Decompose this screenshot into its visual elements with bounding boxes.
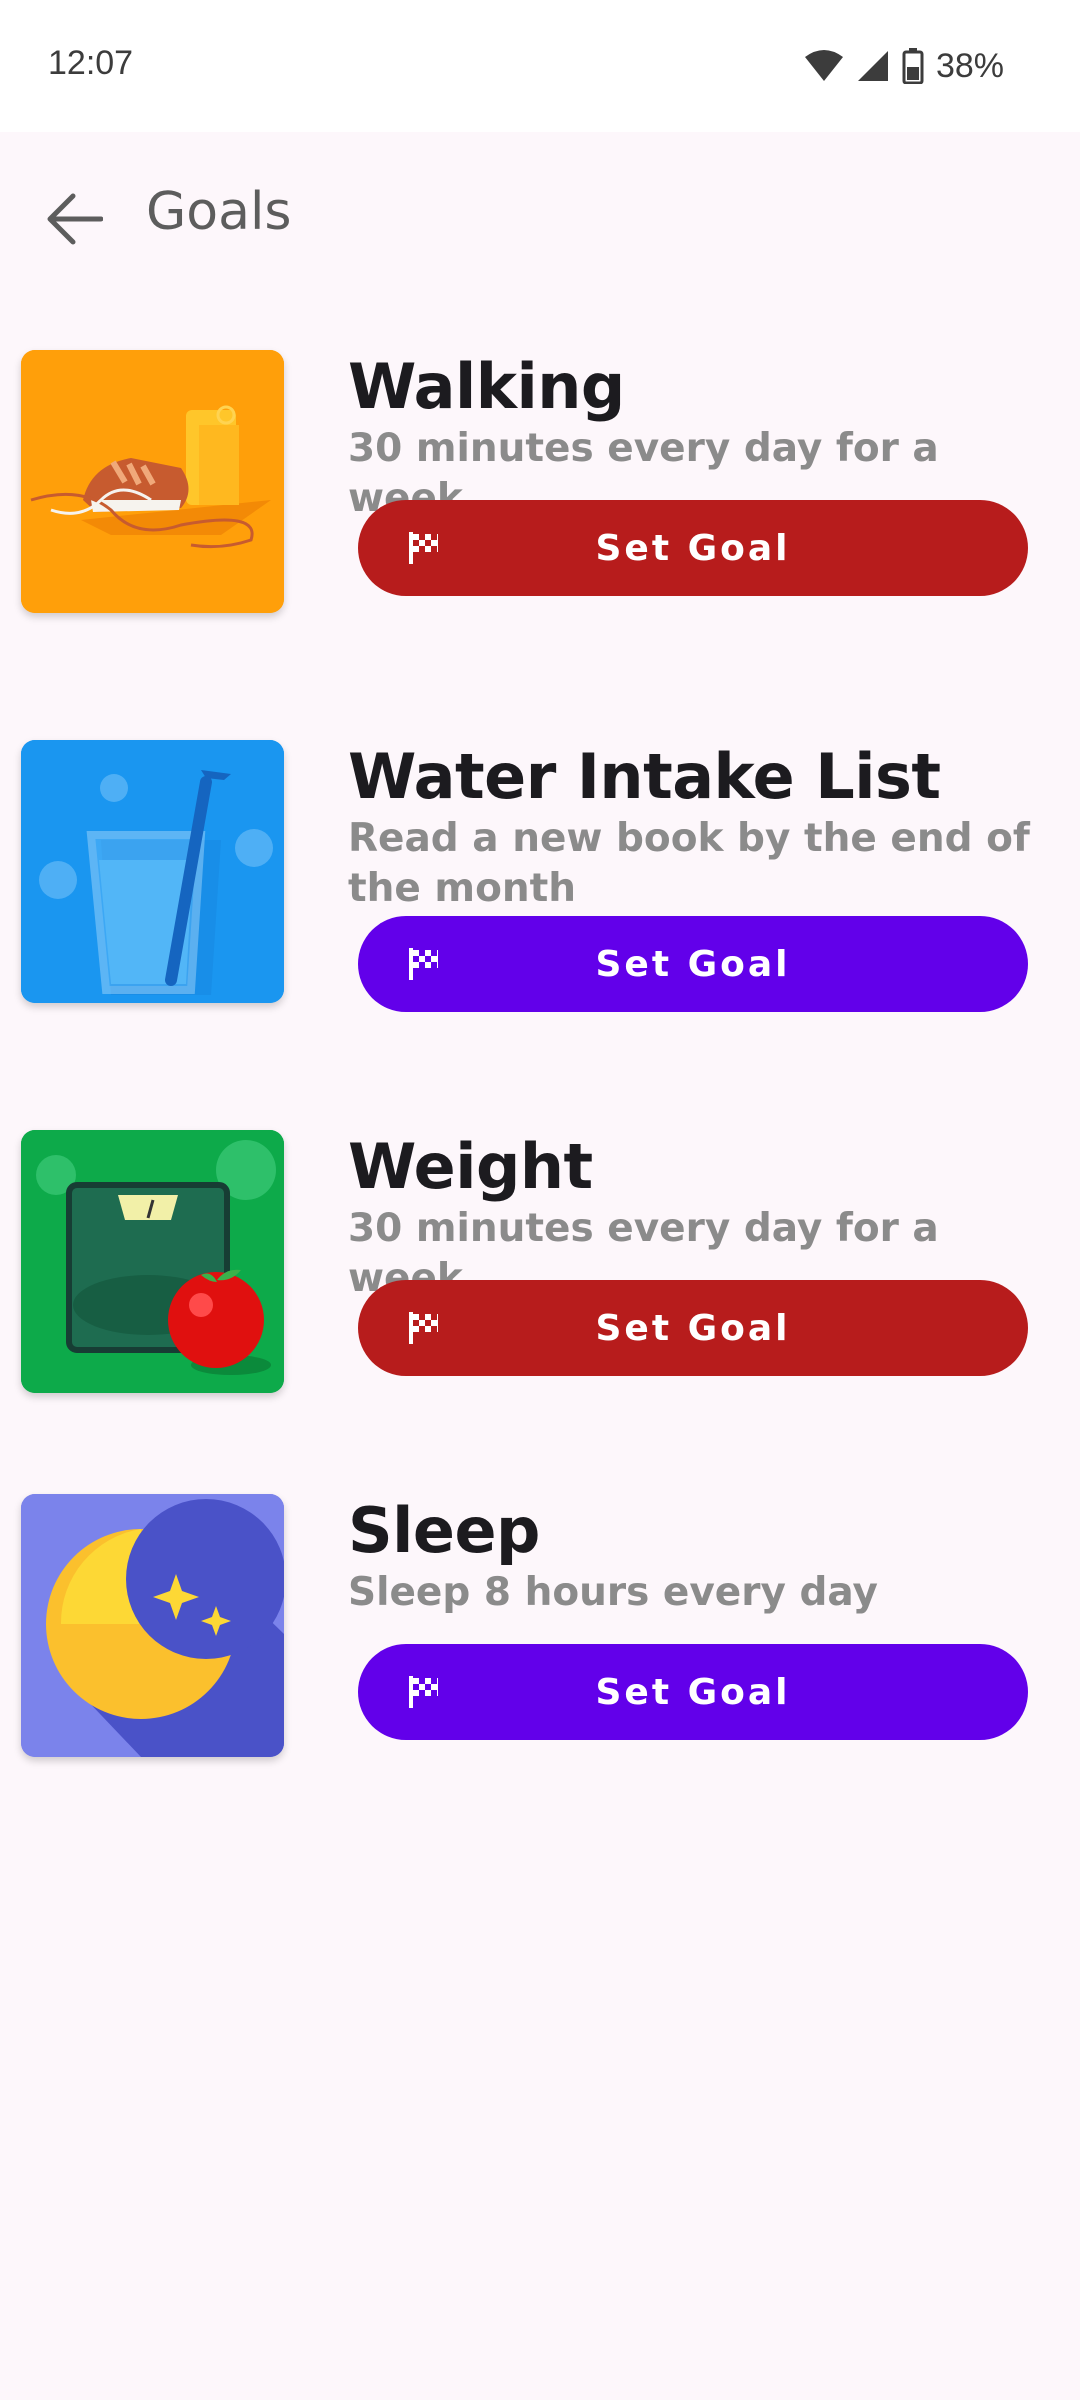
- moon-stars-icon: [21, 1494, 284, 1757]
- goal-description: Read a new book by the end of the month: [348, 816, 1030, 911]
- battery-icon: [902, 48, 924, 84]
- flag-icon: [409, 1676, 438, 1708]
- status-time: 12:07: [48, 44, 134, 82]
- back-button[interactable]: [34, 179, 114, 259]
- goal-title: Walking: [348, 350, 625, 423]
- goal-title: Sleep: [348, 1494, 540, 1567]
- set-goal-button[interactable]: Set Goal: [358, 916, 1028, 1012]
- arrow-back-icon: [47, 193, 103, 245]
- goal-description: Sleep 8 hours every day: [348, 1570, 878, 1615]
- goal-title: Weight: [348, 1130, 593, 1203]
- set-goal-label: Set Goal: [595, 1671, 791, 1713]
- status-bar: 12:07 38%: [0, 0, 1080, 132]
- status-icons: 38%: [804, 44, 1004, 88]
- water-glass-icon: [21, 740, 284, 1003]
- flag-icon: [409, 532, 438, 564]
- app-bar: Goals: [0, 132, 1080, 302]
- flag-icon: [409, 1312, 438, 1344]
- set-goal-label: Set Goal: [595, 1307, 791, 1349]
- wifi-icon: [804, 50, 843, 81]
- page-title: Goals: [146, 182, 292, 242]
- set-goal-label: Set Goal: [595, 527, 791, 569]
- walking-shoe-icon: [21, 350, 284, 613]
- goal-title: Water Intake List: [348, 740, 941, 813]
- battery-percent: 38%: [935, 46, 1004, 85]
- set-goal-button[interactable]: Set Goal: [358, 500, 1028, 596]
- set-goal-button[interactable]: Set Goal: [358, 1280, 1028, 1376]
- weight-scale-icon: [21, 1130, 284, 1393]
- signal-icon: [857, 51, 888, 81]
- set-goal-button[interactable]: Set Goal: [358, 1644, 1028, 1740]
- set-goal-label: Set Goal: [595, 943, 791, 985]
- flag-icon: [409, 948, 438, 980]
